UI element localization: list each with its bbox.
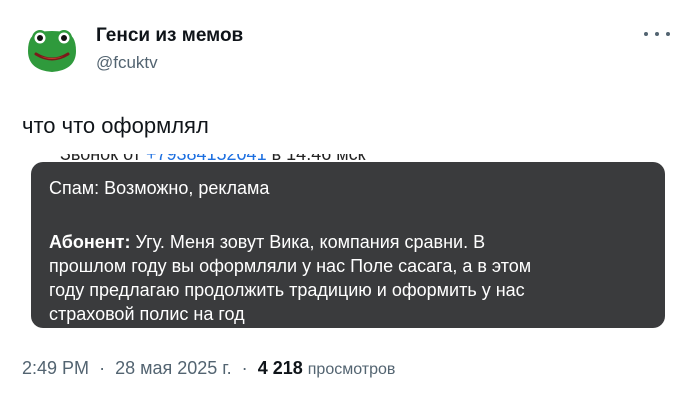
more-horizontal-icon (666, 32, 670, 36)
avatar[interactable] (22, 18, 82, 78)
tweet-date[interactable]: 28 мая 2025 г. (115, 358, 232, 378)
transcript-line: прошлом году вы оформляли у нас Поле сас… (49, 256, 532, 276)
spam-label: Спам: Возможно, реклама (49, 178, 270, 198)
more-button[interactable] (644, 24, 670, 44)
tweet-meta: 2:49 PM · 28 мая 2025 г. · 4 218 просмот… (22, 356, 395, 382)
transcript-message: Абонент: Угу. Меня зовут Вика, компания … (49, 230, 647, 326)
display-name[interactable]: Генси из мемов (96, 24, 243, 48)
separator: · (99, 358, 106, 378)
user-handle[interactable]: @fcuktv (96, 52, 158, 74)
call-transcript-card: Спам: Возможно, реклама Абонент: Угу. Ме… (31, 162, 665, 328)
transcript-line: Абонент: Угу. Меня зовут Вика, компания … (49, 230, 647, 254)
views-count: 4 218 (257, 358, 303, 378)
more-horizontal-icon (655, 32, 659, 36)
tweet-media-image[interactable]: Звонок от +79384152041 в 14:46 мск Спам:… (22, 154, 674, 328)
speaker-label: Абонент: (49, 232, 131, 252)
frog-avatar-icon (22, 18, 82, 78)
more-horizontal-icon (644, 32, 648, 36)
views-label: просмотров (307, 361, 396, 378)
tweet-time[interactable]: 2:49 PM (22, 358, 89, 378)
tweet-text: что что оформлял (22, 113, 209, 138)
tweet-detail: Генси из мемов @fcuktv что что оформлял … (0, 0, 700, 407)
transcript-line: страховой полис на год (49, 304, 245, 324)
separator: · (241, 358, 248, 378)
transcript-line: году предлагаю продолжить традицию и офо… (49, 280, 525, 300)
transcript-text: Угу. Меня зовут Вика, компания сравни. В (130, 232, 486, 252)
